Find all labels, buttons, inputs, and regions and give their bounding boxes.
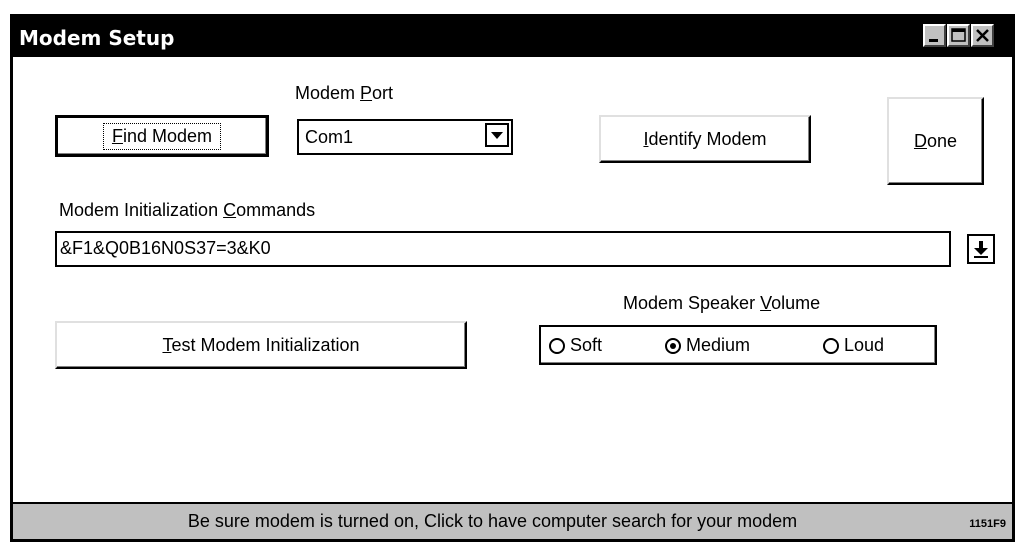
done-button[interactable]: Done: [887, 97, 984, 185]
radio-unchecked-icon: [823, 337, 839, 354]
modem-port-value: Com1: [305, 127, 354, 147]
status-text: Be sure modem is turned on, Click to hav…: [187, 511, 798, 531]
speaker-volume-radio-group: Soft Medium Loud: [539, 325, 937, 365]
init-commands-label: Modem Initialization Commands: [59, 200, 316, 220]
title-bar: Modem Setup: [13, 17, 1012, 57]
radio-unchecked-icon: [549, 337, 565, 354]
radio-checked-icon: [665, 337, 681, 354]
find-modem-button[interactable]: Find Modem: [55, 115, 269, 157]
init-commands-input[interactable]: &F1&Q0B16N0S37=3&K0: [55, 231, 951, 267]
modem-port-select[interactable]: Com1: [297, 119, 513, 155]
identify-modem-button[interactable]: Identify Modem: [599, 115, 811, 163]
speaker-volume-label: Modem Speaker Volume: [623, 293, 821, 313]
modem-port-dropdown-button[interactable]: [485, 123, 509, 147]
radio-loud[interactable]: Loud: [823, 335, 884, 356]
status-bar: Be sure modem is turned on, Click to hav…: [13, 502, 1012, 539]
minimize-icon: [929, 39, 938, 42]
radio-soft[interactable]: Soft: [549, 335, 602, 356]
close-icon: [976, 29, 989, 42]
maximize-icon: [951, 28, 966, 42]
window-title: Modem Setup: [19, 26, 175, 50]
test-modem-init-button[interactable]: Test Modem Initialization: [55, 321, 467, 369]
maximize-button[interactable]: [947, 24, 970, 47]
modem-setup-window: Modem Setup Modem Port Find Modem Com1 I…: [10, 14, 1015, 542]
init-commands-value: &F1&Q0B16N0S37=3&K0: [60, 238, 271, 258]
figure-id: 1151F9: [969, 518, 1006, 530]
minimize-button[interactable]: [923, 24, 946, 47]
close-button[interactable]: [971, 24, 994, 47]
chevron-down-icon: [491, 132, 503, 139]
modem-port-label: Modem Port: [295, 83, 394, 103]
download-arrow-icon: [974, 241, 988, 258]
init-commands-dropdown-button[interactable]: [967, 234, 995, 264]
radio-medium[interactable]: Medium: [665, 335, 750, 356]
